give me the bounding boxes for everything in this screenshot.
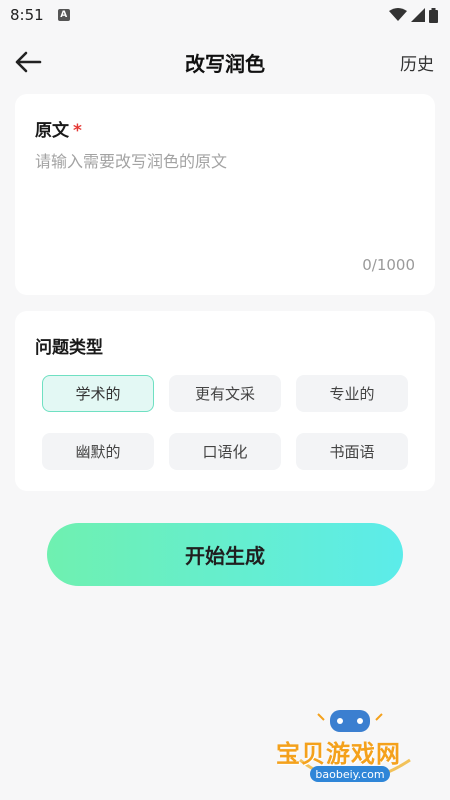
original-text-input[interactable] xyxy=(35,148,415,248)
battery-icon xyxy=(429,7,438,23)
signal-icon xyxy=(411,8,425,22)
start-generate-button[interactable]: 开始生成 xyxy=(47,523,403,586)
back-arrow-icon[interactable] xyxy=(12,48,44,76)
chip-professional[interactable]: 专业的 xyxy=(296,375,408,412)
watermark-url: baobeiy.com xyxy=(310,766,390,782)
status-time: 8:51 xyxy=(10,6,44,24)
page-title: 改写润色 xyxy=(185,51,265,76)
char-counter: 0/1000 xyxy=(362,256,415,274)
watermark-text: 宝贝游戏网 xyxy=(276,740,401,768)
question-type-label: 问题类型 xyxy=(35,338,103,358)
chip-academic[interactable]: 学术的 xyxy=(42,375,154,412)
history-button[interactable]: 历史 xyxy=(400,50,434,75)
chip-colloquial[interactable]: 口语化 xyxy=(169,433,281,470)
question-type-card: 问题类型 学术的 更有文采 专业的 幽默的 口语化 书面语 xyxy=(15,311,435,491)
original-label: 原文 * xyxy=(35,116,82,141)
original-card: 原文* 0/1000 xyxy=(15,94,435,295)
original-label-text: 原文 xyxy=(35,121,69,141)
status-icons xyxy=(389,7,438,23)
chip-written[interactable]: 书面语 xyxy=(296,433,408,470)
wifi-icon xyxy=(389,8,407,21)
status-bar: 8:51 A xyxy=(0,0,450,30)
app-bar: 改写润色 历史 xyxy=(0,40,450,84)
required-mark: * xyxy=(73,121,82,141)
watermark-logo: 宝贝游戏网 baobeiy.com xyxy=(270,700,430,795)
chip-humorous[interactable]: 幽默的 xyxy=(42,433,154,470)
a-letter-icon: A xyxy=(57,9,70,21)
chip-literary[interactable]: 更有文采 xyxy=(169,375,281,412)
